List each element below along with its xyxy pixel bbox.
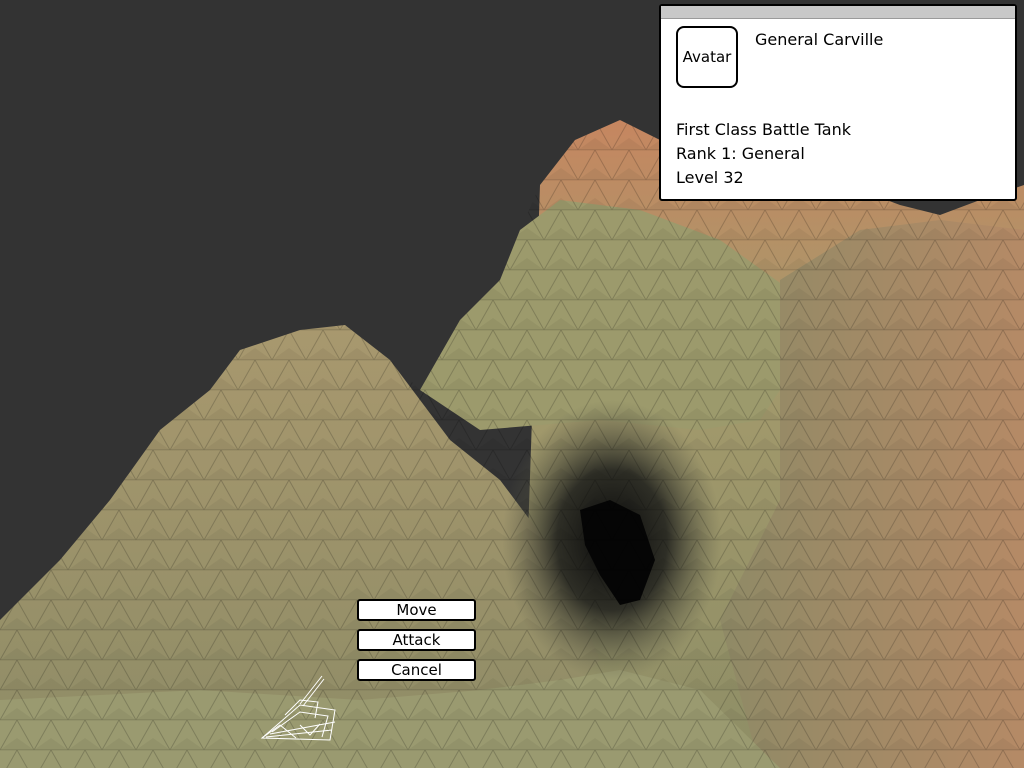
attack-button[interactable]: Attack — [357, 629, 476, 651]
game-viewport[interactable]: Avatar General Carville First Class Batt… — [0, 0, 1024, 768]
panel-titlebar[interactable] — [661, 6, 1015, 19]
unit-info-panel: Avatar General Carville First Class Batt… — [659, 4, 1017, 201]
unit-name: General Carville — [755, 30, 884, 49]
avatar-label: Avatar — [682, 48, 732, 66]
unit-rank: Rank 1: General — [676, 144, 805, 163]
avatar: Avatar — [676, 26, 738, 88]
cancel-button[interactable]: Cancel — [357, 659, 476, 681]
move-button[interactable]: Move — [357, 599, 476, 621]
unit-level: Level 32 — [676, 168, 744, 187]
unit-class: First Class Battle Tank — [676, 120, 851, 139]
